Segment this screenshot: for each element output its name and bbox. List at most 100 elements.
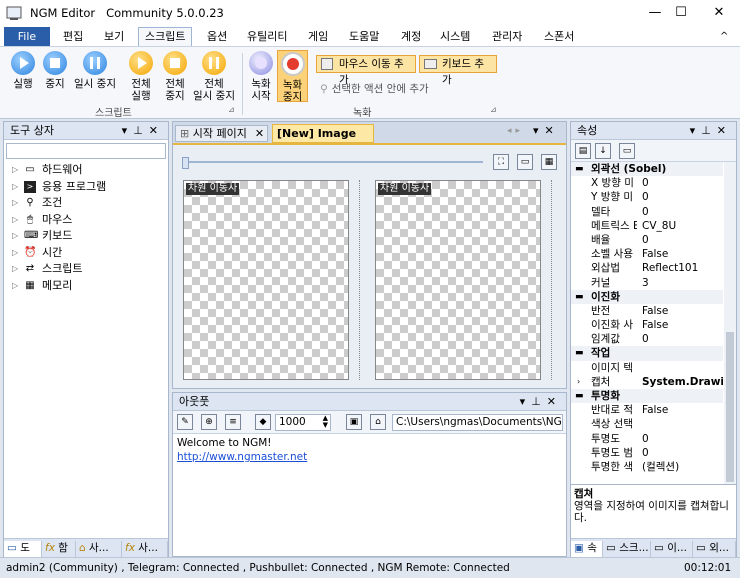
bottom-tab-image[interactable]: ▭ 이... (651, 541, 693, 557)
property-pages-icon[interactable]: ▭ (619, 143, 635, 159)
tab-account[interactable]: 계정 (401, 28, 421, 47)
tab-help[interactable]: 도움말 (349, 28, 379, 47)
property-row[interactable]: 반전 False (571, 304, 723, 318)
tree-item-hardware[interactable]: ▷ ▭ 하드웨어 (4, 162, 168, 179)
pause-all-button[interactable]: 전체 일시 중지 (191, 51, 237, 102)
property-row[interactable]: 색상 선택 (571, 417, 723, 431)
panel-controls[interactable]: ▾⊥✕ (122, 122, 164, 139)
maximize-button[interactable]: ☐ (664, 0, 698, 26)
add-keyboard-button[interactable]: 키보드 추가 (419, 55, 497, 86)
log-link[interactable]: http://www.ngmaster.net (177, 450, 562, 464)
bottom-tab-function[interactable]: fx 함 (42, 541, 76, 557)
bottom-tab-toolbox[interactable]: ▭ 도 (4, 541, 42, 557)
property-category[interactable]: ▬ 외곽선 (Sobel) (571, 162, 723, 177)
property-row[interactable]: 이미지 텍 (571, 361, 723, 375)
property-row[interactable]: 반대로 적 False (571, 403, 723, 417)
tree-item-memory[interactable]: ▷ ▦ 메모리 (4, 278, 168, 295)
property-row[interactable]: 외삽법 Reflect101 (571, 261, 723, 275)
capture-icon[interactable]: ⛶ (493, 154, 509, 170)
record-stop-button[interactable]: 녹화 중지 (277, 50, 308, 103)
image-canvas-left[interactable]: 차원 이동사 (183, 180, 349, 380)
property-row[interactable]: › 캡처 System.Drawi (571, 375, 723, 389)
script-group-label: 스크립트 (95, 108, 132, 119)
condition-icon: ⚲ (26, 197, 34, 208)
categorized-icon[interactable]: ▤ (575, 143, 591, 159)
property-category[interactable]: ▬ 이진화 (571, 289, 723, 304)
property-row[interactable]: 이진화 사 False (571, 318, 723, 332)
tab-options[interactable]: 옵션 (207, 28, 227, 47)
tab-image-2[interactable]: [New] Image 2✕ (272, 124, 374, 157)
property-row[interactable]: 투명도 범0 (571, 446, 723, 460)
zoom-slider-thumb[interactable] (182, 157, 189, 169)
run-button[interactable]: 실행 (8, 51, 38, 90)
clean-icon[interactable]: ✎ (177, 414, 193, 430)
property-row[interactable]: 델타 0 (571, 205, 723, 219)
bottom-tab-user-func[interactable]: fx 사... (122, 541, 168, 557)
tab-edit[interactable]: 편집 (63, 28, 83, 47)
eraser-icon[interactable]: ◆ (255, 414, 271, 430)
splitter-right[interactable] (551, 180, 555, 380)
tree-item-script[interactable]: ▷ ⇄ 스크립트 (4, 261, 168, 278)
property-category[interactable]: ▬ 작업 (571, 346, 723, 361)
panel-controls[interactable]: ▾⊥✕ (520, 393, 562, 410)
tab-script[interactable]: 스크립트 (138, 27, 193, 46)
property-row[interactable]: X 방향 미0 (571, 176, 723, 190)
property-row[interactable]: 소벨 사용 False (571, 247, 723, 261)
tab-nav-arrows[interactable]: ◂▸ (507, 126, 524, 136)
collapse-ribbon-icon[interactable]: ^ (720, 28, 728, 47)
add-mouse-move-button[interactable]: 마우스 이동 추가 (316, 55, 416, 86)
tab-admin[interactable]: 관리자 (492, 28, 522, 47)
folder-icon[interactable]: ⌂ (370, 414, 386, 430)
play-all-icon (129, 51, 153, 75)
tree-item-keyboard[interactable]: ▷ ⌨ 키보드 (4, 228, 168, 245)
toolbox-search-input[interactable] (6, 143, 166, 159)
tab-start-page[interactable]: ⊞ 시작 페이지 ✕ (175, 125, 268, 142)
bottom-tab-script[interactable]: ▭ 스크... (603, 541, 651, 557)
status-text: admin2 (Community) , Telegram: Connected… (6, 562, 510, 574)
tab-utility[interactable]: 유틸리티 (247, 28, 287, 47)
bottom-tab-user[interactable]: ⌂ 사... (76, 541, 122, 557)
tab-sponsor[interactable]: 스폰서 (544, 28, 574, 47)
property-row[interactable]: Y 방향 미0 (571, 190, 723, 204)
tree-item-condition[interactable]: ▷ ⚲ 조건 (4, 195, 168, 212)
save-icon[interactable]: ▣ (346, 414, 362, 430)
tree-item-time[interactable]: ▷ ⏰ 시간 (4, 245, 168, 262)
splitter[interactable] (359, 180, 363, 380)
tab-view[interactable]: 보기 (104, 28, 124, 47)
image-icon: ▭ (654, 542, 664, 554)
new-file-icon[interactable]: ⊕ (201, 414, 217, 430)
file-menu-button[interactable]: File (4, 27, 50, 46)
output-path-field[interactable]: C:\Users\ngmas\Documents\NGM5\ (392, 414, 563, 431)
line-count-stepper[interactable]: 1000 ▲ ▼ (275, 414, 331, 431)
property-row[interactable]: 커널 3 (571, 276, 723, 290)
tree-item-application[interactable]: ▷ > 응용 프로그램 (4, 179, 168, 196)
property-row[interactable]: 임계값 0 (571, 332, 723, 346)
property-category[interactable]: ▬ 투명화 (571, 389, 723, 404)
tab-game[interactable]: 게임 (308, 28, 328, 47)
list-icon[interactable]: ≡ (225, 414, 241, 430)
record-launcher-icon[interactable]: ⊿ (490, 105, 497, 114)
add-in-selected-button[interactable]: ⚲ 선택한 액션 안에 추가 (320, 81, 429, 96)
sort-az-icon[interactable]: ↓ (595, 143, 611, 159)
property-row[interactable]: 투명도 0 (571, 432, 723, 446)
image-canvas-right[interactable]: 차원 이동사 (375, 180, 541, 380)
property-row[interactable]: 배율 0 (571, 233, 723, 247)
bottom-tab-external[interactable]: ▭ 외... (693, 541, 736, 557)
close-button[interactable]: ✕ (702, 0, 736, 26)
property-row[interactable]: 메트릭스 E CV_8U (571, 219, 723, 233)
property-scrollbar[interactable] (724, 162, 736, 484)
group-launcher-icon[interactable]: ⊿ (228, 105, 235, 114)
stop-button[interactable]: 중지 (42, 51, 68, 90)
tab-system[interactable]: 시스템 (440, 28, 470, 47)
pause-button[interactable]: 일시 중지 (72, 51, 118, 90)
view-icon[interactable]: ▭ (517, 154, 533, 170)
stop-all-button[interactable]: 전체 중지 (160, 51, 190, 102)
tree-item-mouse[interactable]: ▷ 🖱 마우스 (4, 212, 168, 229)
image-icon[interactable]: ▦ (541, 154, 557, 170)
panel-controls[interactable]: ▾⊥✕ (690, 122, 732, 139)
record-start-button[interactable]: 녹화 시작 (247, 51, 275, 102)
doc-controls[interactable]: ▾✕ (533, 124, 560, 137)
property-row[interactable]: 투명한 색 (컬렉션) (571, 460, 723, 474)
bottom-tab-properties[interactable]: ▣ 속 (571, 541, 603, 557)
run-all-button[interactable]: 전체 실행 (126, 51, 156, 102)
